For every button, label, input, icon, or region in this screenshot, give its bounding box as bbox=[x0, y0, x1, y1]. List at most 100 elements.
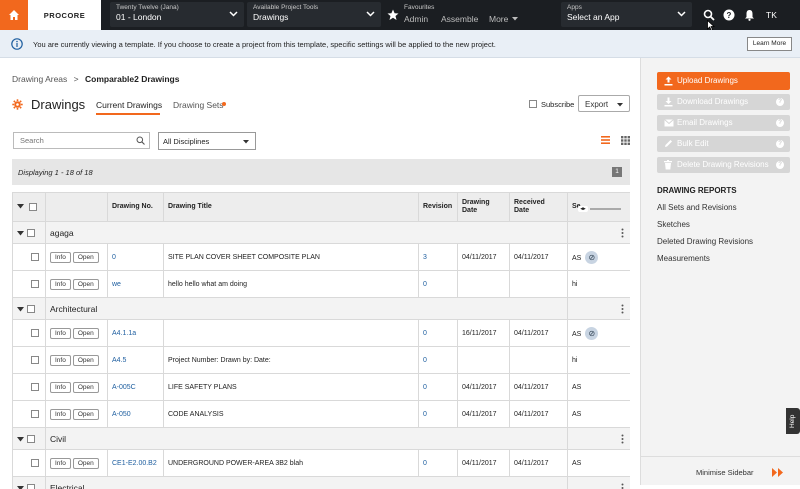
chevron-down-icon[interactable] bbox=[17, 204, 24, 209]
home-button[interactable] bbox=[0, 0, 28, 30]
tab-drawing-sets[interactable]: Drawing Sets bbox=[173, 100, 224, 110]
info-button[interactable]: Info bbox=[50, 355, 71, 366]
procore-logo[interactable]: PROCORE bbox=[28, 0, 101, 30]
kebab-menu-icon[interactable] bbox=[621, 434, 624, 444]
list-view-icon[interactable] bbox=[601, 136, 610, 144]
info-button[interactable]: Info bbox=[50, 409, 71, 420]
help-tab[interactable]: Help bbox=[786, 408, 800, 434]
favourite-assemble-link[interactable]: Assemble bbox=[441, 14, 478, 24]
horizontal-scrollbar[interactable] bbox=[590, 208, 621, 210]
select-all-checkbox[interactable] bbox=[29, 203, 37, 211]
star-icon[interactable] bbox=[387, 9, 399, 21]
group-checkbox[interactable] bbox=[27, 435, 35, 443]
drawing-number-link[interactable]: A4.1.1a bbox=[108, 320, 164, 347]
kebab-menu-icon[interactable] bbox=[621, 483, 624, 489]
info-button[interactable]: Info bbox=[50, 279, 71, 290]
column-resize-handle[interactable]: ◂▸ bbox=[578, 206, 588, 212]
attachment-icon[interactable]: ⊘ bbox=[585, 327, 598, 340]
row-checkbox[interactable] bbox=[31, 356, 39, 364]
info-button[interactable]: Info bbox=[50, 328, 71, 339]
group-toggle[interactable] bbox=[13, 477, 46, 489]
revision-link[interactable]: 0 bbox=[419, 347, 458, 374]
page-number-badge[interactable]: 1 bbox=[612, 167, 622, 177]
report-measurements-link[interactable]: Measurements bbox=[657, 254, 710, 263]
row-checkbox[interactable] bbox=[31, 329, 39, 337]
row-checkbox[interactable] bbox=[31, 383, 39, 391]
revision-header[interactable]: Revision bbox=[419, 193, 458, 222]
help-icon[interactable]: ? bbox=[723, 9, 735, 21]
favourite-admin-link[interactable]: Admin bbox=[404, 14, 428, 24]
revision-link[interactable]: 3 bbox=[419, 244, 458, 271]
kebab-menu-icon[interactable] bbox=[621, 228, 624, 238]
help-icon[interactable]: ? bbox=[776, 140, 784, 148]
group-toggle[interactable] bbox=[13, 428, 46, 450]
user-avatar[interactable]: TK bbox=[766, 10, 777, 20]
open-button[interactable]: Open bbox=[73, 382, 99, 393]
row-checkbox[interactable] bbox=[31, 459, 39, 467]
drawing-number-link[interactable]: A4.5 bbox=[108, 347, 164, 374]
group-checkbox[interactable] bbox=[27, 229, 35, 237]
export-dropdown[interactable]: Export bbox=[578, 95, 630, 112]
report-all-sets-link[interactable]: All Sets and Revisions bbox=[657, 203, 737, 212]
drawing-number-link[interactable]: A-050 bbox=[108, 401, 164, 428]
learn-more-button[interactable]: Learn More bbox=[747, 37, 792, 51]
double-chevron-right-icon[interactable] bbox=[772, 468, 784, 477]
revision-link[interactable]: 0 bbox=[419, 374, 458, 401]
row-checkbox[interactable] bbox=[31, 410, 39, 418]
kebab-menu-icon[interactable] bbox=[621, 304, 624, 314]
discipline-filter[interactable]: All Disciplines bbox=[158, 132, 256, 150]
drawing-date-header[interactable]: DrawingDate bbox=[458, 193, 510, 222]
chevron-down-icon[interactable] bbox=[17, 231, 24, 236]
search-input[interactable] bbox=[14, 133, 129, 148]
more-menu[interactable]: More bbox=[489, 14, 508, 24]
help-icon[interactable]: ? bbox=[776, 98, 784, 106]
open-button[interactable]: Open bbox=[73, 252, 99, 263]
info-button[interactable]: Info bbox=[50, 252, 71, 263]
report-sketches-link[interactable]: Sketches bbox=[657, 220, 690, 229]
open-button[interactable]: Open bbox=[73, 409, 99, 420]
open-button[interactable]: Open bbox=[73, 458, 99, 469]
revision-link[interactable]: 0 bbox=[419, 271, 458, 298]
drawing-number-link[interactable]: 0 bbox=[108, 244, 164, 271]
tab-current-drawings[interactable]: Current Drawings bbox=[96, 100, 162, 110]
info-button[interactable]: Info bbox=[50, 458, 71, 469]
group-checkbox[interactable] bbox=[27, 305, 35, 313]
download-drawings-button[interactable]: Download Drawings ? bbox=[657, 94, 790, 110]
bulk-edit-button[interactable]: Bulk Edit ? bbox=[657, 136, 790, 152]
minimise-sidebar-label[interactable]: Minimise Sidebar bbox=[696, 468, 754, 477]
subscribe-checkbox[interactable] bbox=[529, 100, 537, 108]
drawing-number-link[interactable]: CE1-E2.00.B2 bbox=[108, 450, 164, 477]
search-box[interactable] bbox=[13, 132, 150, 149]
chevron-down-icon[interactable] bbox=[17, 307, 24, 312]
notification-bell-icon[interactable] bbox=[744, 9, 755, 21]
set-header[interactable]: Se ◂▸ bbox=[568, 193, 631, 222]
drawing-title-header[interactable]: Drawing Title bbox=[164, 193, 419, 222]
received-date-header[interactable]: ReceivedDate bbox=[510, 193, 568, 222]
help-icon[interactable]: ? bbox=[776, 119, 784, 127]
gear-icon[interactable] bbox=[12, 99, 23, 110]
revision-link[interactable]: 0 bbox=[419, 450, 458, 477]
revision-link[interactable]: 0 bbox=[419, 401, 458, 428]
help-icon[interactable]: ? bbox=[776, 161, 784, 169]
delete-revisions-button[interactable]: Delete Drawing Revisions ? bbox=[657, 157, 790, 173]
project-selector[interactable]: Twenty Twelve (Jana) 01 - London bbox=[110, 2, 244, 27]
open-button[interactable]: Open bbox=[73, 279, 99, 290]
revision-link[interactable]: 0 bbox=[419, 320, 458, 347]
drawing-no-header[interactable]: Drawing No. bbox=[108, 193, 164, 222]
apps-selector[interactable]: Apps Select an App bbox=[561, 2, 692, 27]
attachment-icon[interactable]: ⊘ bbox=[585, 251, 598, 264]
grid-view-icon[interactable] bbox=[621, 136, 630, 145]
drawing-number-link[interactable]: A-005C bbox=[108, 374, 164, 401]
open-button[interactable]: Open bbox=[73, 355, 99, 366]
info-button[interactable]: Info bbox=[50, 382, 71, 393]
report-deleted-revisions-link[interactable]: Deleted Drawing Revisions bbox=[657, 237, 753, 246]
row-checkbox[interactable] bbox=[31, 280, 39, 288]
upload-drawings-button[interactable]: Upload Drawings bbox=[657, 72, 790, 90]
tool-selector[interactable]: Available Project Tools Drawings bbox=[247, 2, 381, 27]
drawing-number-link[interactable]: we bbox=[108, 271, 164, 298]
row-checkbox[interactable] bbox=[31, 253, 39, 261]
chevron-down-icon[interactable] bbox=[17, 437, 24, 442]
email-drawings-button[interactable]: Email Drawings ? bbox=[657, 115, 790, 131]
open-button[interactable]: Open bbox=[73, 328, 99, 339]
group-toggle[interactable] bbox=[13, 298, 46, 320]
